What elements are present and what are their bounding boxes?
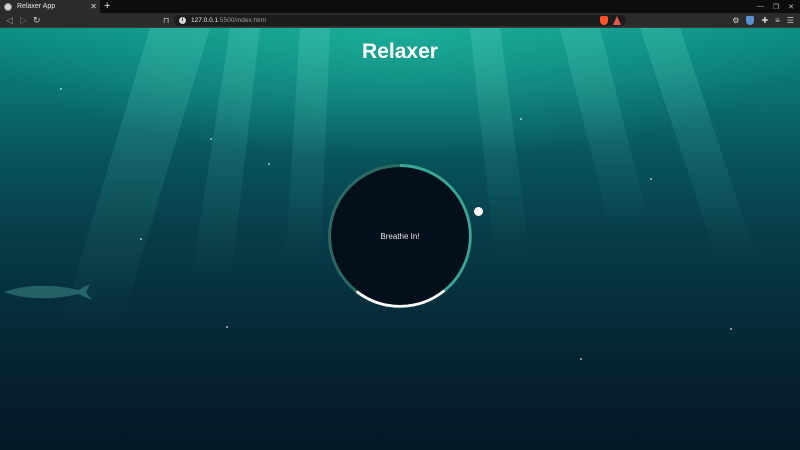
- particle: [520, 118, 522, 120]
- new-tab-button[interactable]: +: [104, 0, 110, 12]
- breath-inner-circle: Breathe In!: [331, 167, 469, 305]
- back-icon[interactable]: ◁: [6, 14, 13, 27]
- tab-title: Relaxer App: [17, 3, 56, 10]
- particle: [730, 328, 732, 330]
- reload-icon[interactable]: ↻: [33, 14, 41, 27]
- page-title: Relaxer: [362, 40, 438, 63]
- minimize-icon[interactable]: —: [757, 3, 764, 10]
- menu-icon[interactable]: ☰: [787, 16, 794, 25]
- browser-toolbar: ◁ ▷ ↻ ⊓ i 127.0.0.1:5500/index.html ⚙ ✚ …: [0, 13, 800, 28]
- pointer-dot: [474, 207, 483, 216]
- browser-tab-bar: Relaxer App ✕ + — ❐ ✕: [0, 0, 800, 13]
- breath-circle: Breathe In!: [327, 163, 473, 309]
- url-path: :5500/index.html: [218, 17, 266, 24]
- brave-shield-icon[interactable]: [600, 16, 608, 25]
- brave-rewards-icon[interactable]: [613, 16, 621, 25]
- particle: [60, 88, 62, 90]
- extension-icons: ⚙ ✚ ≡ ☰: [732, 14, 794, 27]
- close-icon[interactable]: ✕: [90, 1, 97, 12]
- particle: [268, 163, 270, 165]
- extension-icon[interactable]: ⚙: [732, 16, 739, 25]
- maximize-icon[interactable]: ❐: [773, 3, 779, 11]
- forward-icon[interactable]: ▷: [20, 14, 27, 27]
- fish-silhouette: [4, 284, 92, 300]
- particle: [650, 178, 652, 180]
- puzzle-icon[interactable]: ✚: [761, 16, 768, 25]
- url-host: 127.0.0.1: [191, 17, 219, 24]
- bookmark-icon[interactable]: ⊓: [163, 14, 169, 27]
- particle: [226, 326, 228, 328]
- particle: [140, 238, 142, 240]
- particle: [580, 358, 582, 360]
- address-bar[interactable]: i 127.0.0.1:5500/index.html: [174, 15, 626, 26]
- particle: [210, 138, 212, 140]
- playlist-icon[interactable]: ≡: [775, 16, 780, 25]
- browser-tab[interactable]: Relaxer App ✕: [0, 0, 100, 13]
- window-controls: — ❐ ✕: [757, 0, 794, 13]
- close-window-icon[interactable]: ✕: [788, 3, 794, 11]
- breath-instruction: Breathe In!: [380, 231, 420, 241]
- info-icon[interactable]: i: [179, 17, 186, 24]
- globe-icon: [4, 2, 12, 11]
- ublock-icon[interactable]: [746, 16, 755, 25]
